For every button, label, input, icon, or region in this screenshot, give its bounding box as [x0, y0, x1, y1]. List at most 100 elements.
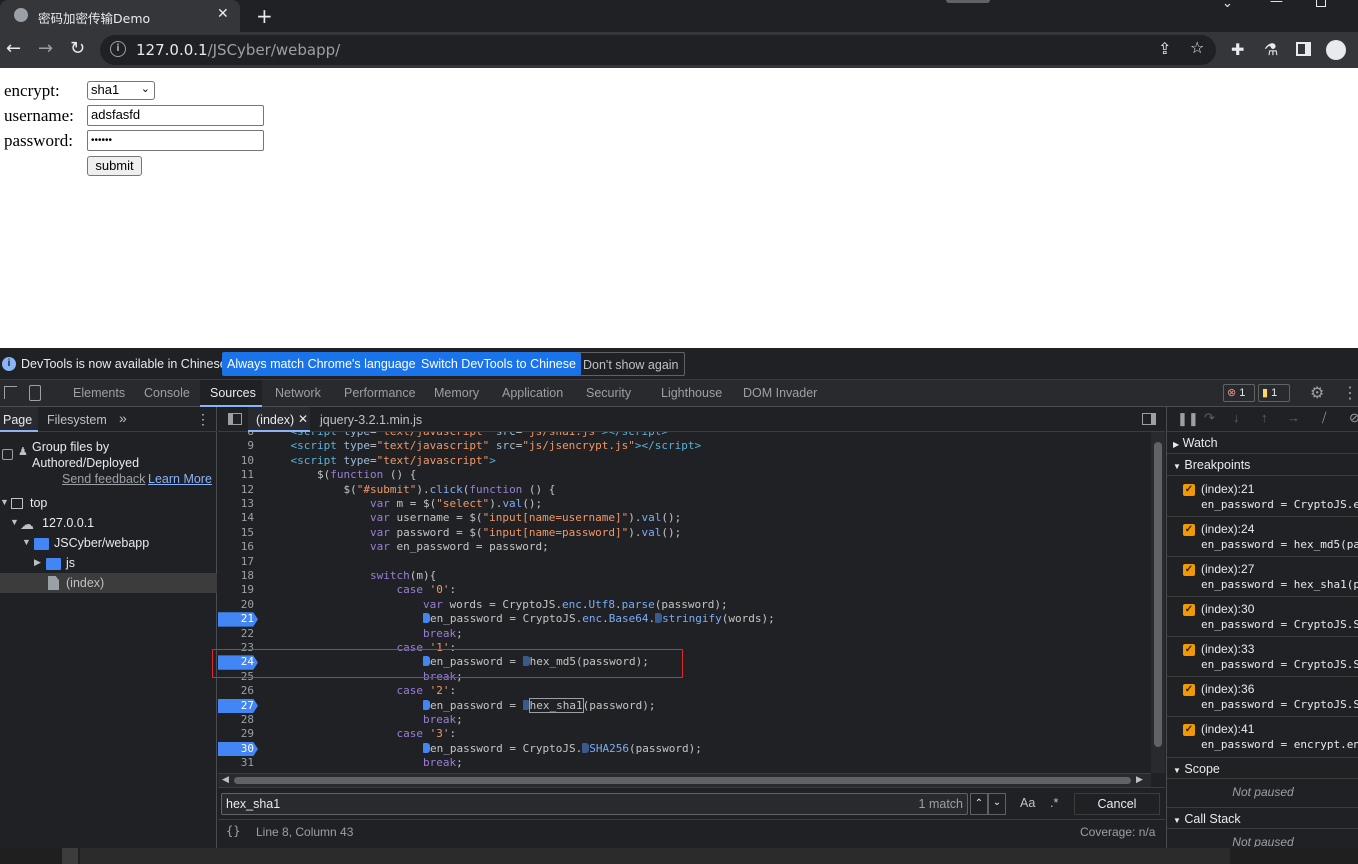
horizontal-scrollbar-thumb[interactable]	[234, 777, 1131, 784]
reload-icon[interactable]: ↻	[70, 39, 85, 59]
breakpoint-item[interactable]: ✓ (index):41 en_password = encrypt.en	[1167, 717, 1358, 753]
maximize-icon[interactable]	[1316, 0, 1326, 7]
side-panel-icon[interactable]	[1296, 42, 1311, 56]
breakpoint-checkbox[interactable]: ✓	[1183, 724, 1195, 736]
scroll-right-icon[interactable]: ▶	[1136, 774, 1143, 785]
tree-item-webapp[interactable]: JSCyber/webapp	[54, 536, 149, 550]
step-icon[interactable]: →	[1287, 410, 1300, 425]
tab-performance[interactable]: Performance	[344, 386, 416, 400]
horizontal-scrollbar-track[interactable]: ◀ ▶	[218, 773, 1151, 787]
watch-section[interactable]: ▶ Watch	[1167, 432, 1358, 454]
tab-lighthouse[interactable]: Lighthouse	[661, 386, 722, 400]
new-tab-button[interactable]: +	[256, 4, 273, 28]
deactivate-breakpoints-icon[interactable]: ⧸	[1322, 410, 1326, 426]
tab-search-icon[interactable]	[946, 0, 990, 3]
close-tab-icon[interactable]: ✕	[217, 6, 229, 22]
forward-arrow-icon[interactable]: →	[38, 39, 53, 59]
expand-arrow-icon[interactable]: ▼	[10, 517, 19, 527]
breakpoint-checkbox[interactable]: ✓	[1183, 604, 1195, 616]
send-feedback-link[interactable]: Send feedback	[62, 472, 145, 486]
tree-item-index[interactable]: (index)	[66, 576, 104, 590]
next-match-button[interactable]: ⌄	[988, 793, 1006, 815]
tree-item-host[interactable]: 127.0.0.1	[42, 516, 94, 530]
pretty-print-button[interactable]: {}	[226, 824, 240, 838]
tab-dom-invader[interactable]: DOM Invader	[743, 386, 817, 400]
breakpoint-item[interactable]: ✓ (index):30 en_password = CryptoJS.S	[1167, 597, 1358, 637]
always-match-language-button[interactable]: Always match Chrome's language	[222, 352, 421, 376]
editor-tab-jquery[interactable]: jquery-3.2.1.min.js	[320, 413, 422, 427]
nav-tab-filesystem[interactable]: Filesystem	[47, 413, 107, 427]
warning-counter[interactable]: ▮ 1	[1258, 384, 1290, 402]
username-input[interactable]: adsfasfd	[87, 105, 264, 126]
share-icon[interactable]: ⇪	[1158, 39, 1171, 58]
breakpoint-checkbox[interactable]: ✓	[1183, 484, 1195, 496]
step-out-icon[interactable]: ↑	[1261, 410, 1268, 425]
editor-tab-index[interactable]: (index)	[256, 413, 294, 427]
tree-item-js[interactable]: js	[66, 556, 75, 570]
scroll-left-icon[interactable]: ◀	[222, 774, 229, 785]
device-toolbar-icon[interactable]	[29, 385, 41, 401]
encrypt-select[interactable]: sha1 ⌄	[87, 81, 155, 100]
learn-more-link[interactable]: Learn More	[148, 472, 212, 486]
dont-show-again-button[interactable]: Don't show again	[577, 352, 685, 376]
minimize-icon[interactable]: —	[1270, 0, 1283, 9]
taskbar-window[interactable]	[80, 848, 1230, 864]
bookmark-star-icon[interactable]: ☆	[1190, 38, 1204, 57]
vertical-scrollbar[interactable]	[1151, 432, 1165, 773]
breakpoint-checkbox[interactable]: ✓	[1183, 684, 1195, 696]
expand-arrow-icon[interactable]: ▼	[0, 497, 9, 507]
switch-to-chinese-button[interactable]: Switch DevTools to Chinese	[416, 352, 581, 376]
breakpoint-checkbox[interactable]: ✓	[1183, 564, 1195, 576]
tab-memory[interactable]: Memory	[434, 386, 479, 400]
breakpoint-item[interactable]: ✓ (index):33 en_password = CryptoJS.S	[1167, 637, 1358, 677]
submit-button[interactable]: submit	[87, 156, 142, 176]
match-case-button[interactable]: Aa	[1020, 796, 1035, 810]
inspect-element-icon[interactable]	[4, 386, 17, 399]
breakpoint-checkbox[interactable]: ✓	[1183, 524, 1195, 536]
breakpoints-section[interactable]: ▼ Breakpoints	[1167, 454, 1358, 476]
more-options-icon[interactable]: ⋮	[1342, 383, 1358, 403]
breakpoint-item[interactable]: ✓ (index):24 en_password = hex_md5(pa	[1167, 517, 1358, 557]
breakpoint-item[interactable]: ✓ (index):36 en_password = CryptoJS.S	[1167, 677, 1358, 717]
step-over-icon[interactable]: ↷	[1204, 410, 1215, 426]
tab-console[interactable]: Console	[144, 386, 190, 400]
more-tabs-chevron-icon[interactable]: »	[119, 410, 127, 426]
code-view[interactable]: 8 <script type="text/javascript" src="js…	[218, 432, 1165, 773]
toggle-navigator-icon[interactable]	[228, 413, 242, 425]
scrollbar-thumb[interactable]	[1154, 442, 1162, 747]
lab-flask-icon[interactable]: ⚗	[1264, 40, 1278, 59]
breakpoint-item[interactable]: ✓ (index):27 en_password = hex_sha1(p	[1167, 557, 1358, 597]
profile-avatar-icon[interactable]	[1326, 40, 1346, 60]
tree-item-index-row[interactable]	[0, 573, 217, 593]
scope-section[interactable]: ▼ Scope	[1167, 757, 1358, 779]
nav-more-options-icon[interactable]: ⋮	[196, 411, 210, 428]
pause-on-exceptions-icon[interactable]: ⊘	[1349, 410, 1358, 426]
pause-icon[interactable]: ❚❚	[1177, 411, 1199, 427]
tab-network[interactable]: Network	[275, 386, 321, 400]
extensions-puzzle-icon[interactable]: ✚	[1231, 40, 1244, 59]
expand-arrow-icon[interactable]: ▼	[22, 537, 31, 547]
toggle-debugger-icon[interactable]	[1142, 413, 1156, 425]
back-arrow-icon[interactable]: ←	[6, 39, 21, 59]
chevron-down-icon[interactable]: ⌄	[1222, 0, 1233, 11]
tab-sources[interactable]: Sources	[210, 386, 256, 400]
tab-application[interactable]: Application	[502, 386, 563, 400]
breakpoint-checkbox[interactable]: ✓	[1183, 644, 1195, 656]
group-files-checkbox[interactable]	[2, 449, 13, 460]
address-bar[interactable]: i 127.0.0.1/JSCyber/webapp/ ⇪ ☆	[100, 35, 1216, 65]
site-info-icon[interactable]: i	[110, 41, 126, 57]
taskbar-item[interactable]	[62, 848, 78, 864]
regex-button[interactable]: .*	[1050, 796, 1058, 810]
search-input[interactable]: hex_sha1 1 match	[221, 793, 968, 815]
browser-tab[interactable]: 密码加密传输Demo ✕	[0, 0, 240, 32]
cancel-search-button[interactable]: Cancel	[1074, 793, 1160, 815]
tab-elements[interactable]: Elements	[73, 386, 125, 400]
close-file-icon[interactable]: ✕	[298, 412, 308, 426]
breakpoint-item[interactable]: ✓ (index):21 en_password = CryptoJS.e	[1167, 477, 1358, 517]
password-input[interactable]: ••••••	[87, 130, 264, 151]
previous-match-button[interactable]: ⌃	[970, 793, 988, 815]
error-counter[interactable]: ⊗ 1	[1223, 384, 1255, 402]
call-stack-section[interactable]: ▼ Call Stack	[1167, 807, 1358, 829]
nav-tab-page[interactable]: Page	[3, 413, 32, 427]
tree-item-top[interactable]: top	[30, 496, 47, 510]
